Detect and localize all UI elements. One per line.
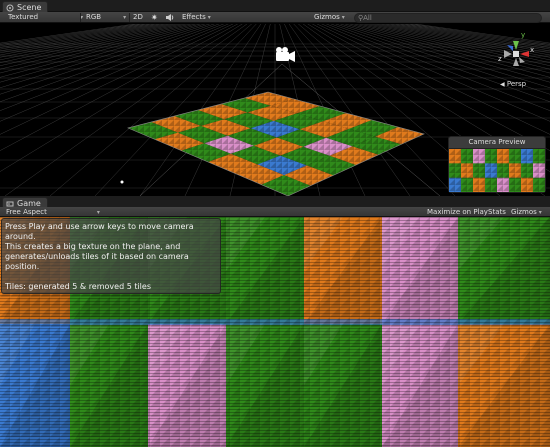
gizmos-dropdown[interactable]: Gizmos ▾ bbox=[314, 12, 345, 23]
instructions-line: generates/unloads tiles of it based on c… bbox=[5, 252, 189, 271]
light-icon bbox=[120, 180, 124, 184]
render-mode-label: Textured bbox=[8, 13, 39, 21]
toggle-2d-button[interactable]: 2D bbox=[133, 12, 143, 23]
scene-search-input[interactable]: ⚲All bbox=[354, 13, 542, 23]
stats-toggle[interactable]: Stats bbox=[488, 207, 506, 217]
camera-icon[interactable] bbox=[276, 47, 295, 62]
toggle-2d-label: 2D bbox=[133, 13, 143, 21]
game-view[interactable]: Press Play and use arrow keys to move ca… bbox=[0, 217, 550, 447]
scene-tab-bar: Scene bbox=[0, 0, 550, 13]
render-mode-dropdown[interactable]: Textured ▾ bbox=[8, 12, 83, 23]
gizmo-y-label: y bbox=[521, 31, 525, 39]
camera-preview-panel: Camera Preview bbox=[448, 136, 546, 193]
chevron-down-icon: ▾ bbox=[123, 14, 127, 21]
instructions-panel: Press Play and use arrow keys to move ca… bbox=[1, 218, 221, 294]
gizmo-z-label: z bbox=[498, 55, 502, 63]
effects-label: Effects bbox=[182, 13, 206, 21]
aspect-label: Free Aspect bbox=[6, 208, 47, 216]
game-toolbar: Free Aspect ▾ Maximize on Play Stats Gizm… bbox=[0, 207, 550, 217]
chevron-down-icon: ▾ bbox=[341, 14, 345, 21]
game-gizmos-dropdown[interactable]: Gizmos ▾ bbox=[511, 207, 542, 217]
projection-icon: ◀ bbox=[500, 81, 505, 88]
chevron-down-icon: ▾ bbox=[538, 209, 542, 216]
game-gizmos-label: Gizmos bbox=[511, 208, 537, 216]
aspect-dropdown[interactable]: Free Aspect ▾ bbox=[6, 207, 100, 217]
lighting-icon[interactable]: ✷ bbox=[151, 12, 158, 23]
maximize-label: Maximize on Play bbox=[427, 208, 488, 216]
separator bbox=[80, 13, 81, 22]
camera-preview-title: Camera Preview bbox=[449, 137, 545, 149]
instructions-line: Press Play and use arrow keys to move ca… bbox=[5, 222, 194, 241]
maximize-on-play-toggle[interactable]: Maximize on Play bbox=[427, 207, 488, 217]
gizmos-label: Gizmos bbox=[314, 13, 340, 21]
scene-icon bbox=[6, 4, 14, 11]
color-mode-label: RGB bbox=[86, 13, 102, 21]
chevron-down-icon: ▾ bbox=[207, 14, 211, 21]
chevron-down-icon: ▾ bbox=[96, 209, 100, 216]
gizmo-x-label: x bbox=[530, 46, 534, 54]
instructions-line: This creates a big texture on the plane,… bbox=[5, 242, 181, 251]
tile-status-text: Tiles: generated 5 & removed 5 tiles bbox=[5, 282, 151, 291]
color-mode-dropdown[interactable]: RGB ▾ bbox=[86, 12, 126, 23]
search-placeholder: All bbox=[363, 14, 372, 22]
stats-label: Stats bbox=[488, 208, 506, 216]
audio-icon[interactable] bbox=[165, 12, 175, 23]
camera-preview-image bbox=[449, 149, 545, 193]
effects-dropdown[interactable]: Effects ▾ bbox=[182, 12, 211, 23]
projection-toggle[interactable]: ◀ Persp bbox=[500, 80, 526, 88]
separator bbox=[129, 13, 130, 22]
scene-toolbar: Textured ▾ RGB ▾ 2D ✷ Effects ▾ Gizmos ▾ ⚲Al… bbox=[0, 12, 550, 23]
projection-label: Persp bbox=[506, 80, 527, 88]
